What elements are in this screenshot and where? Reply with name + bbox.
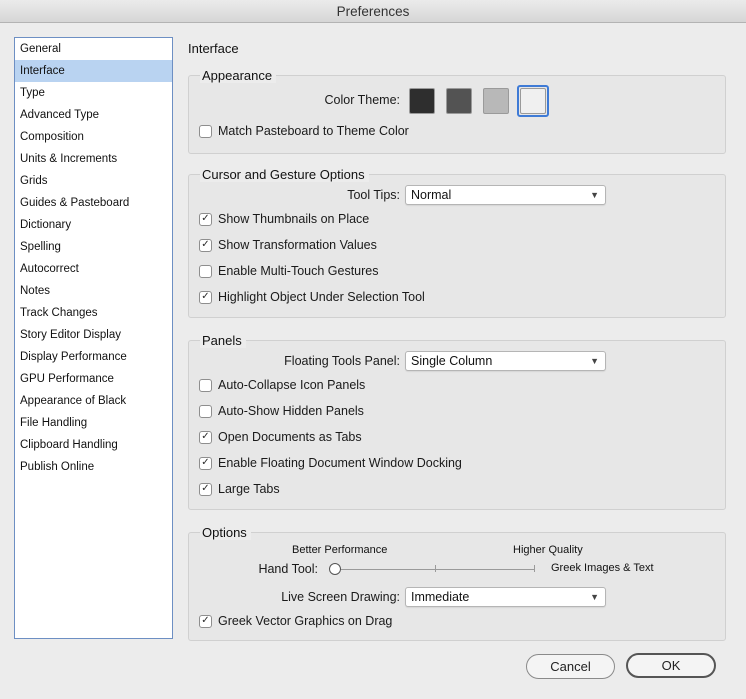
page-title: Interface [188,41,239,56]
multi-touch-label: Enable Multi-Touch Gestures [218,264,379,278]
auto-show-label: Auto-Show Hidden Panels [218,404,364,418]
sidebar-item-general[interactable]: General [15,38,172,60]
floating-docking-label: Enable Floating Document Window Docking [218,456,462,470]
live-drawing-select[interactable]: Immediate ▼ [405,587,606,607]
large-tabs-label: Large Tabs [218,482,280,496]
preferences-category-list[interactable]: General Interface Type Advanced Type Com… [14,37,173,639]
cursor-gesture-group-title: Cursor and Gesture Options [200,167,369,182]
live-drawing-label: Live Screen Drawing: [281,590,400,604]
sidebar-item-publish-online[interactable]: Publish Online [15,456,172,478]
sidebar-item-clipboard-handling[interactable]: Clipboard Handling [15,434,172,456]
checkmark-icon[interactable]: ✓ [199,482,212,496]
floating-docking-option[interactable]: ✓ Enable Floating Document Window Dockin… [199,456,462,470]
sidebar-item-display-performance[interactable]: Display Performance [15,346,172,368]
window-title: Preferences [0,0,746,23]
checkmark-icon[interactable]: ✓ [199,430,212,444]
tool-tips-label: Tool Tips: [347,188,400,202]
floating-tools-select[interactable]: Single Column ▼ [405,351,606,371]
theme-swatch-dark[interactable] [409,88,435,114]
theme-swatch-medium-dark[interactable] [446,88,472,114]
open-as-tabs-label: Open Documents as Tabs [218,430,362,444]
slider-tick [435,565,436,572]
tool-tips-value: Normal [411,188,452,202]
checkmark-icon[interactable]: ✓ [199,614,212,628]
theme-swatch-light[interactable] [520,88,546,114]
options-group-title: Options [200,525,251,540]
floating-tools-value: Single Column [411,354,493,368]
sidebar-item-composition[interactable]: Composition [15,126,172,148]
appearance-group-title: Appearance [200,68,277,83]
sidebar-item-type[interactable]: Type [15,82,172,104]
sidebar-item-appearance-of-black[interactable]: Appearance of Black [15,390,172,412]
hand-tool-slider-knob[interactable] [329,563,341,575]
panels-group-title: Panels [200,333,246,348]
sidebar-item-file-handling[interactable]: File Handling [15,412,172,434]
hand-tool-value-label: Greek Images & Text [551,562,654,574]
sidebar-item-dictionary[interactable]: Dictionary [15,214,172,236]
open-as-tabs-option[interactable]: ✓ Open Documents as Tabs [199,430,362,444]
checkmark-icon[interactable]: ✓ [199,290,212,304]
better-performance-label: Better Performance [292,544,388,556]
appearance-group [188,75,726,154]
greek-vector-label: Greek Vector Graphics on Drag [218,614,393,628]
checkmark-icon[interactable]: ✓ [199,238,212,252]
match-pasteboard-label: Match Pasteboard to Theme Color [218,124,409,138]
show-thumbnails-label: Show Thumbnails on Place [218,212,370,226]
auto-show-option[interactable]: Auto-Show Hidden Panels [199,404,364,418]
sidebar-item-units-increments[interactable]: Units & Increments [15,148,172,170]
ok-button[interactable]: OK [626,653,716,678]
multi-touch-option[interactable]: Enable Multi-Touch Gestures [199,264,379,278]
tool-tips-select[interactable]: Normal ▼ [405,185,606,205]
sidebar-item-guides-pasteboard[interactable]: Guides & Pasteboard [15,192,172,214]
sidebar-item-spelling[interactable]: Spelling [15,236,172,258]
chevron-down-icon: ▼ [590,592,599,602]
hand-tool-label: Hand Tool: [258,562,318,576]
slider-tick [534,565,535,572]
show-transformation-label: Show Transformation Values [218,238,377,252]
sidebar-item-track-changes[interactable]: Track Changes [15,302,172,324]
auto-show-checkbox[interactable] [199,404,212,418]
sidebar-item-grids[interactable]: Grids [15,170,172,192]
multi-touch-checkbox[interactable] [199,264,212,278]
sidebar-item-autocorrect[interactable]: Autocorrect [15,258,172,280]
chevron-down-icon: ▼ [590,356,599,366]
sidebar-item-advanced-type[interactable]: Advanced Type [15,104,172,126]
show-thumbnails-option[interactable]: ✓ Show Thumbnails on Place [199,212,369,226]
show-transformation-option[interactable]: ✓ Show Transformation Values [199,238,377,252]
match-pasteboard-option[interactable]: Match Pasteboard to Theme Color [199,124,409,138]
sidebar-item-interface[interactable]: Interface [15,60,172,82]
checkmark-icon[interactable]: ✓ [199,212,212,226]
sidebar-item-gpu-performance[interactable]: GPU Performance [15,368,172,390]
auto-collapse-option[interactable]: Auto-Collapse Icon Panels [199,378,365,392]
match-pasteboard-checkbox[interactable] [199,124,212,138]
higher-quality-label: Higher Quality [513,544,583,556]
chevron-down-icon: ▼ [590,190,599,200]
color-theme-label: Color Theme: [324,93,401,107]
checkmark-icon[interactable]: ✓ [199,456,212,470]
large-tabs-option[interactable]: ✓ Large Tabs [199,482,280,496]
auto-collapse-label: Auto-Collapse Icon Panels [218,378,366,392]
live-drawing-value: Immediate [411,590,470,604]
cancel-button[interactable]: Cancel [526,654,615,679]
sidebar-item-notes[interactable]: Notes [15,280,172,302]
floating-tools-label: Floating Tools Panel: [284,354,400,368]
auto-collapse-checkbox[interactable] [199,378,212,392]
sidebar-item-story-editor-display[interactable]: Story Editor Display [15,324,172,346]
highlight-object-label: Highlight Object Under Selection Tool [218,290,425,304]
greek-vector-option[interactable]: ✓ Greek Vector Graphics on Drag [199,614,392,628]
highlight-object-option[interactable]: ✓ Highlight Object Under Selection Tool [199,290,425,304]
theme-swatch-medium-light[interactable] [483,88,509,114]
